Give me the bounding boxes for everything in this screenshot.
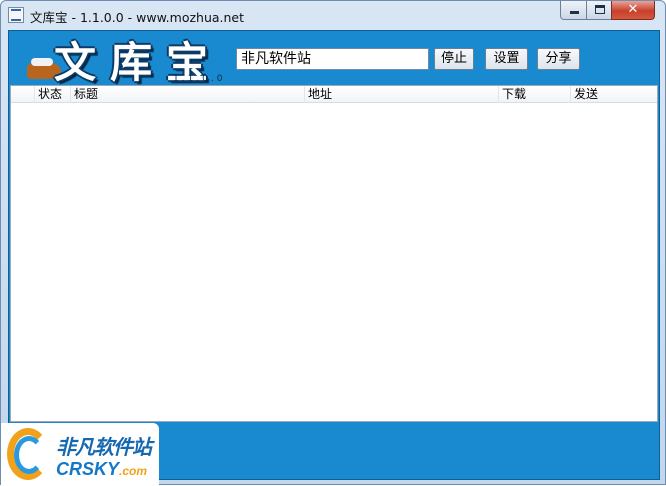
column-header-title[interactable]: 标题: [71, 86, 305, 103]
close-button[interactable]: ✕: [611, 1, 655, 20]
column-header-url[interactable]: 地址: [305, 86, 499, 103]
download-list[interactable]: 状态 标题 地址 下载 发送: [10, 85, 658, 422]
minimize-icon: [570, 11, 579, 14]
minimize-button[interactable]: [560, 1, 587, 20]
watermark-en-main: CRSKY: [56, 459, 120, 479]
column-header-select[interactable]: [11, 86, 35, 103]
maximize-icon: [595, 5, 605, 14]
watermark-en-text: CRSKY.com: [56, 459, 147, 480]
watermark-cn-text: 非凡软件站: [56, 435, 152, 459]
share-button[interactable]: 分享: [537, 48, 580, 70]
watermark-en-suffix: .com: [119, 464, 148, 478]
app-icon: [8, 7, 24, 23]
list-header: 状态 标题 地址 下载 发送: [11, 86, 657, 103]
maximize-button[interactable]: [586, 1, 612, 20]
column-header-status[interactable]: 状态: [35, 86, 71, 103]
app-window: 文库宝 - 1.1.0.0 - www.mozhua.net ✕ 文库宝 1.1…: [0, 0, 666, 486]
search-input[interactable]: 非凡软件站: [236, 48, 429, 70]
title-bar[interactable]: 文库宝 - 1.1.0.0 - www.mozhua.net ✕: [1, 1, 665, 29]
client-area: 文库宝 1.1.0.0 非凡软件站 停止 设置 分享 状态 标题 地址 下载 发…: [8, 30, 660, 480]
window-title: 文库宝 - 1.1.0.0 - www.mozhua.net: [30, 10, 245, 25]
settings-button[interactable]: 设置: [485, 48, 528, 70]
swirl-inner-icon: [14, 436, 44, 474]
close-icon: ✕: [627, 2, 639, 17]
watermark-logo: 非凡软件站 CRSKY.com: [1, 423, 159, 486]
logo-version: 1.1.0.0: [173, 74, 226, 84]
stop-button[interactable]: 停止: [434, 48, 474, 70]
column-header-send[interactable]: 发送: [571, 86, 657, 103]
column-header-download[interactable]: 下载: [499, 86, 571, 103]
